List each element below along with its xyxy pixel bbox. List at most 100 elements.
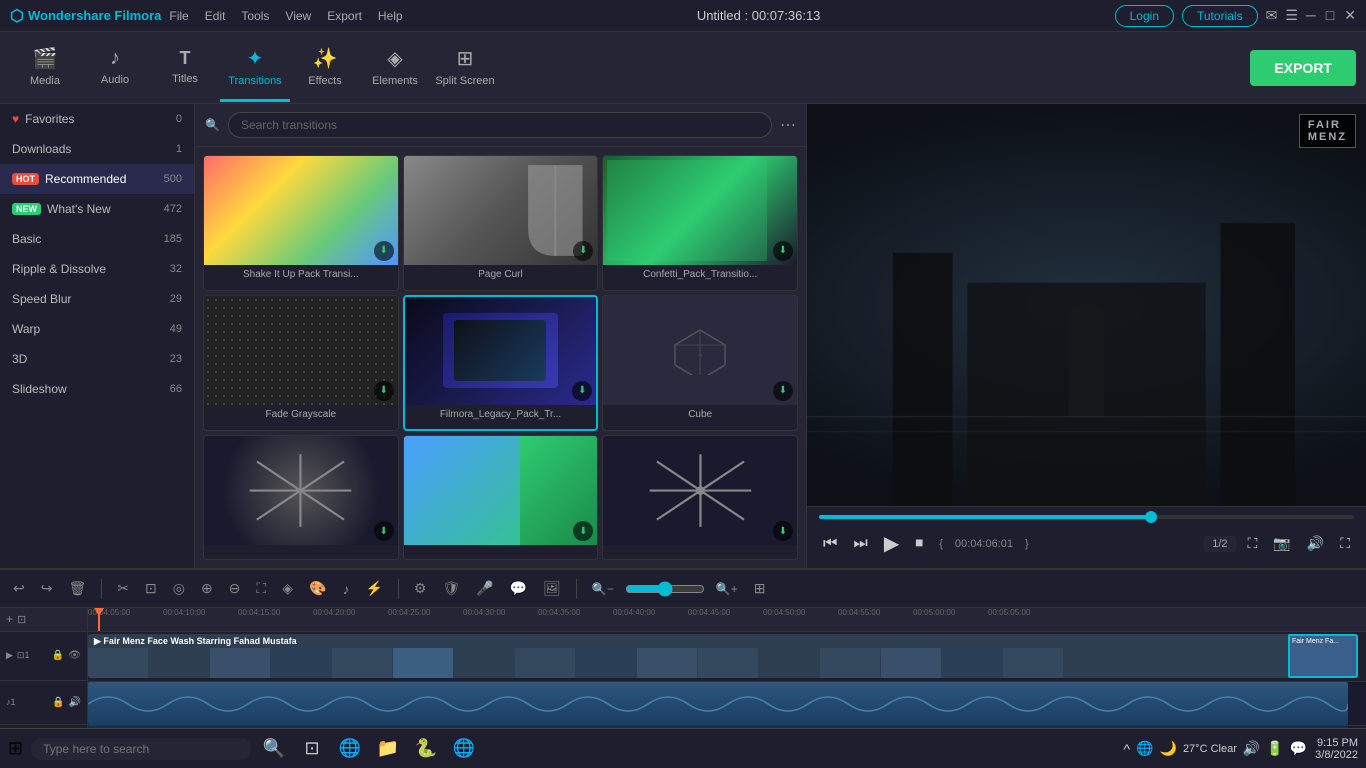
explorer-icon[interactable]: 📁 — [373, 734, 403, 764]
sidebar-item-downloads[interactable]: Downloads 1 — [0, 134, 194, 164]
step-back-button[interactable]: ⏭ — [849, 531, 871, 557]
taskview-icon[interactable]: ⊡ — [297, 734, 327, 764]
edge-icon[interactable]: 🌐 — [335, 734, 365, 764]
battery-icon[interactable]: 🔋 — [1266, 740, 1283, 757]
menu-icon[interactable]: ☰ — [1285, 7, 1298, 24]
video-track[interactable]: ▶ Fair Menz Face Wash Starring Fahad Mus… — [88, 632, 1366, 682]
maximize-button[interactable]: □ — [1326, 7, 1334, 24]
sidebar-item-slideshow[interactable]: Slideshow 66 — [0, 374, 194, 404]
mail-icon[interactable]: ✉ — [1266, 7, 1278, 24]
shield-button[interactable]: 🛡 — [437, 577, 465, 600]
sidebar-item-speedblur[interactable]: Speed Blur 29 — [0, 284, 194, 314]
zoom-slider[interactable] — [625, 581, 705, 597]
track-lock-icon[interactable]: 🔒 — [52, 650, 64, 661]
ai-button[interactable]: ◎ — [168, 577, 190, 600]
sidebar-item-ripple[interactable]: Ripple & Dissolve 32 — [0, 254, 194, 284]
search-input[interactable] — [228, 112, 772, 138]
transition-pagecurl[interactable]: ⬇ Page Curl — [403, 155, 599, 291]
download-icon-fade[interactable]: ⬇ — [374, 381, 394, 401]
subtitle-button[interactable]: 💬 — [505, 577, 532, 600]
menu-file[interactable]: File — [169, 9, 188, 23]
transition-radial[interactable]: ⬇ — [602, 435, 798, 560]
zoom-in-clip[interactable]: ⊕ — [196, 577, 218, 600]
stop-button[interactable]: ⏹ — [911, 531, 927, 557]
picture-button[interactable]: 🖼 — [538, 577, 566, 600]
menu-edit[interactable]: Edit — [205, 9, 226, 23]
sidebar-item-favorites[interactable]: ♥ Favorites 0 — [0, 104, 194, 134]
fit-button[interactable]: ⊞ — [749, 577, 771, 600]
python-icon[interactable]: 🐍 — [411, 734, 441, 764]
tab-audio[interactable]: ♪ Audio — [80, 34, 150, 102]
sidebar-item-warp[interactable]: Warp 49 — [0, 314, 194, 344]
volume-button[interactable]: 🔊 — [1303, 531, 1328, 556]
mic-button[interactable]: 🎤 — [471, 577, 498, 600]
transition-shake[interactable]: ⬇ Shake It Up Pack Transi... — [203, 155, 399, 291]
download-icon-filmora[interactable]: ⬇ — [572, 381, 592, 401]
menu-tools[interactable]: Tools — [241, 9, 269, 23]
delete-button[interactable]: 🗑 — [63, 577, 91, 600]
sidebar-item-whatsnew[interactable]: NEW What's New 472 — [0, 194, 194, 224]
close-button[interactable]: ✕ — [1344, 7, 1356, 24]
settings-button[interactable]: ⛶ — [1336, 531, 1354, 556]
tab-elements[interactable]: ◈ Elements — [360, 34, 430, 102]
clock[interactable]: 9:15 PM 3/8/2022 — [1315, 737, 1358, 761]
volume-tray-icon[interactable]: 🔊 — [1243, 740, 1260, 757]
transition-page2[interactable]: ⬇ — [403, 435, 599, 560]
progress-handle[interactable] — [1145, 511, 1157, 523]
sidebar-item-recommended[interactable]: HOT Recommended 500 — [0, 164, 194, 194]
audio-mute-icon[interactable]: 🔊 — [69, 697, 81, 708]
tutorials-button[interactable]: Tutorials — [1182, 5, 1258, 27]
sidebar-item-basic[interactable]: Basic 185 — [0, 224, 194, 254]
track-settings-icon[interactable]: ⊡ — [17, 613, 26, 626]
transition-arrow1[interactable]: ⬇ — [203, 435, 399, 560]
sidebar-item-3d[interactable]: 3D 23 — [0, 344, 194, 374]
download-icon-confetti[interactable]: ⬇ — [773, 241, 793, 261]
transition-filmora[interactable]: ⬇ Filmora_Legacy_Pack_Tr... — [403, 295, 599, 432]
menu-view[interactable]: View — [285, 9, 311, 23]
start-button[interactable]: ⊞ — [8, 738, 23, 759]
download-icon-shake[interactable]: ⬇ — [374, 241, 394, 261]
chevron-up-icon[interactable]: ^ — [1123, 741, 1130, 757]
menu-help[interactable]: Help — [378, 9, 403, 23]
track-visibility-icon[interactable]: 👁 — [68, 650, 81, 661]
grid-view-button[interactable]: ⋯ — [780, 115, 796, 135]
export-button[interactable]: EXPORT — [1250, 50, 1356, 86]
progress-bar[interactable] — [819, 515, 1354, 519]
redo-button[interactable]: ↪ — [36, 577, 58, 600]
crop-button[interactable]: ⊡ — [140, 577, 162, 600]
chrome-icon[interactable]: 🌐 — [449, 734, 479, 764]
rewind-button[interactable]: ⏮ — [819, 531, 841, 557]
minimize-button[interactable]: ─ — [1306, 7, 1316, 24]
settings2-button[interactable]: ⚙ — [409, 577, 432, 600]
tab-media[interactable]: 🎬 Media — [10, 34, 80, 102]
fullscreen-button[interactable]: ⛶ — [1244, 531, 1262, 556]
cut-button[interactable]: ✂ — [112, 577, 134, 600]
tab-effects[interactable]: ✨ Effects — [290, 34, 360, 102]
speed-button[interactable]: ⚡ — [360, 577, 387, 600]
taskbar-search[interactable] — [31, 738, 251, 760]
search-taskbar-icon[interactable]: 🔍 — [259, 734, 289, 764]
notification-icon[interactable]: 💬 — [1290, 740, 1307, 757]
transition-cube[interactable]: → ⬇ Cube — [602, 295, 798, 432]
tab-titles[interactable]: T Titles — [150, 34, 220, 102]
transition-confetti[interactable]: ⬇ Confetti_Pack_Transitio... — [602, 155, 798, 291]
zoom-out-clip[interactable]: ⊖ — [224, 577, 246, 600]
audio-lock-icon[interactable]: 🔒 — [52, 697, 64, 708]
tab-transitions[interactable]: ✦ Transitions — [220, 34, 290, 102]
add-track-button[interactable]: + — [6, 612, 13, 626]
download-icon-cube[interactable]: ⬇ — [773, 381, 793, 401]
network-icon[interactable]: 🌐 — [1136, 740, 1153, 757]
expand-button[interactable]: ⛶ — [251, 577, 271, 600]
transition-fade[interactable]: ⬇ Fade Grayscale — [203, 295, 399, 432]
transform-button[interactable]: ◈ — [277, 577, 298, 600]
zoom-out-button[interactable]: 🔍− — [587, 579, 619, 599]
download-icon-arrow1[interactable]: ⬇ — [374, 521, 394, 541]
play-button[interactable]: ▶ — [880, 527, 903, 560]
undo-button[interactable]: ↩ — [8, 577, 30, 600]
download-icon-radial[interactable]: ⬇ — [773, 521, 793, 541]
login-button[interactable]: Login — [1115, 5, 1174, 27]
tab-splitscreen[interactable]: ⊞ Split Screen — [430, 34, 500, 102]
color-button[interactable]: 🎨 — [304, 577, 331, 600]
snapshot-button[interactable]: 📷 — [1269, 531, 1294, 556]
menu-export[interactable]: Export — [327, 9, 362, 23]
